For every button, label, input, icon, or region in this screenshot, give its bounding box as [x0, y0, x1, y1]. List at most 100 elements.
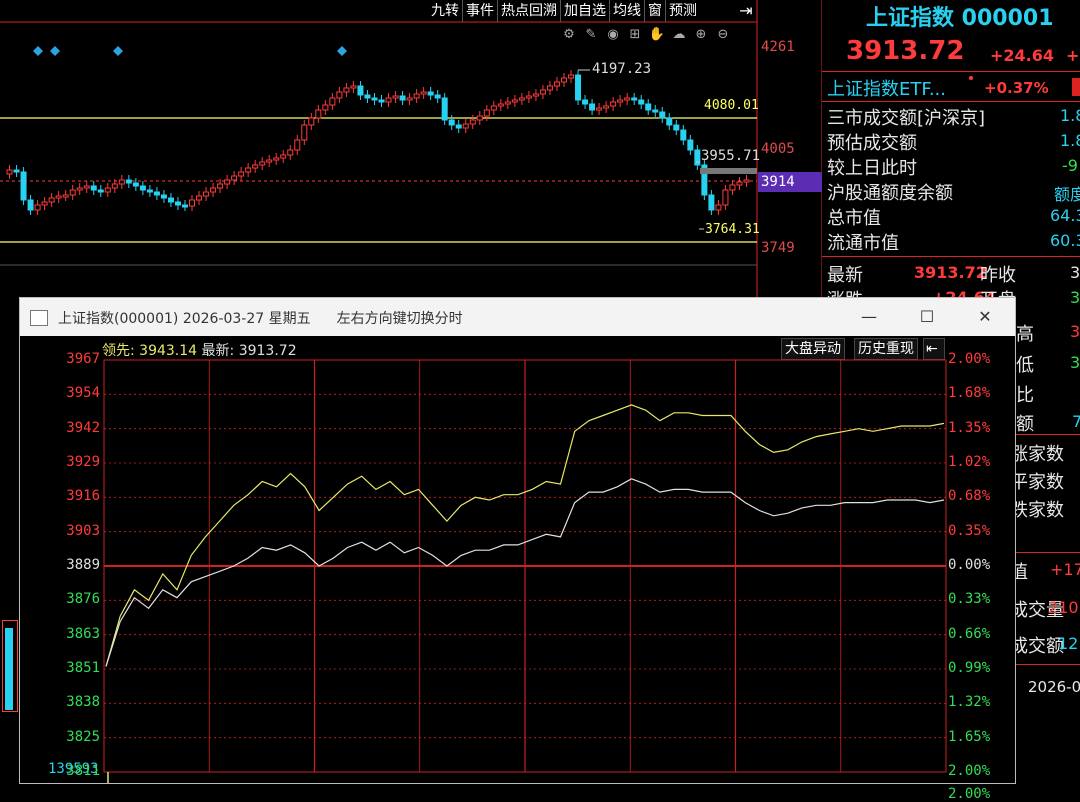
candle-body	[357, 85, 364, 96]
row-label-1: 预估成交额	[827, 133, 917, 154]
y-tick-left: 3889	[66, 557, 100, 573]
popup-titlebar[interactable]: 上证指数(000001) 2026-03-27 星期五 左右方向键切换分时 — ☐…	[20, 298, 1015, 336]
prev-close-label: 昨收	[980, 265, 1016, 286]
zoom-out-icon[interactable]: ⊖	[714, 26, 732, 44]
row-value-3: 额度	[1054, 185, 1080, 204]
candle-body	[743, 179, 750, 183]
diamond-markers	[33, 46, 347, 56]
etf-change: +0.37%	[984, 79, 1049, 97]
candle-body	[645, 103, 652, 111]
etf-name[interactable]: 上证指数ETF...	[827, 75, 946, 101]
y-tick-left: 3838	[66, 694, 100, 711]
close-icon[interactable]: ✕	[974, 306, 996, 328]
candle-body	[364, 94, 371, 99]
flat-count-label: 平家数	[1010, 472, 1064, 493]
candle-body	[483, 109, 490, 117]
y-tick-right: 1.65%	[948, 728, 991, 745]
pin-icon[interactable]: ⇥	[734, 0, 758, 22]
y-tick-right: 1.02%	[948, 454, 991, 470]
row-value-2: -9	[1062, 156, 1078, 175]
candle-body	[217, 183, 224, 189]
y-tick-left: 3954	[66, 385, 100, 402]
diamond-marker	[33, 46, 43, 56]
ratio-label: 比	[1016, 385, 1034, 406]
candle-body	[34, 204, 41, 211]
candle-body	[532, 93, 539, 97]
candles-group	[6, 70, 750, 215]
quote-change: +24.64	[990, 46, 1055, 65]
y-tick-left: 3903	[66, 522, 100, 539]
candle-body	[181, 204, 188, 208]
candle-body	[224, 179, 231, 185]
candle-body	[315, 109, 322, 119]
toolbar-event[interactable]: 事件	[462, 0, 497, 22]
candle-body	[462, 123, 469, 129]
toolbar-ma[interactable]: 均线	[609, 0, 644, 22]
etf-dot	[969, 76, 973, 80]
toolbar-forecast[interactable]: 预测	[665, 0, 700, 22]
up-count-label: 涨家数	[1010, 444, 1064, 465]
high-label: 高	[1016, 324, 1034, 345]
candle-body	[245, 167, 252, 173]
turnover-label: 成交额	[1010, 636, 1064, 657]
y-tick-right: 1.68%	[948, 385, 991, 402]
candle-body	[687, 139, 694, 151]
candle-body	[673, 124, 680, 131]
candle-body	[666, 117, 673, 126]
toolbar-window[interactable]: 窗	[644, 0, 665, 22]
intraday-popup[interactable]: 上证指数(000001) 2026-03-27 星期五 左右方向键切换分时 — ☐…	[19, 297, 1016, 802]
row-label-5: 流通市值	[827, 233, 899, 254]
candle-body	[125, 179, 132, 184]
quote-divider	[822, 71, 1080, 72]
y-tick-right: 2.00%	[948, 763, 991, 779]
intraday-chart[interactable]	[20, 336, 1015, 783]
y-tick-right: 0.68%	[948, 488, 991, 505]
down-count-label: 跌家数	[1010, 500, 1064, 521]
candle-body	[139, 185, 146, 191]
candle-body	[27, 199, 34, 211]
candle-body	[469, 119, 476, 125]
kline-panel[interactable]: 4197.23 4080.01 3955.71 3764.31 4261 400…	[0, 0, 822, 297]
toolbar-jiuzhuan[interactable]: 九转	[428, 0, 462, 22]
settings-icon[interactable]: ⚙	[560, 26, 578, 44]
cloud-icon[interactable]: ☁	[670, 26, 688, 44]
label-4080: 4080.01	[704, 98, 759, 113]
candle-body	[392, 95, 399, 99]
candle-body	[511, 99, 518, 103]
y-tick-left: 3876	[66, 591, 100, 608]
label-3955: 3955.71	[701, 148, 761, 164]
basket-icon[interactable]: ⊞	[626, 26, 644, 44]
row-label-4: 总市值	[827, 208, 881, 229]
candle-body	[287, 149, 294, 156]
candle-body	[638, 99, 645, 105]
candle-body	[322, 104, 329, 111]
candle-body	[160, 194, 167, 199]
diamond-marker	[337, 46, 347, 56]
minimize-icon[interactable]: —	[858, 306, 880, 328]
maximize-icon[interactable]: ☐	[916, 306, 938, 328]
prev-close-value: 3	[1070, 263, 1080, 282]
candle-body	[6, 169, 13, 175]
amount-label: 额	[1016, 414, 1034, 435]
zoom-in-icon[interactable]: ⊕	[692, 26, 710, 44]
candle-body	[62, 194, 69, 198]
chart-grid	[103, 359, 947, 783]
toolbar-add-watch[interactable]: 加自选	[560, 0, 609, 22]
low-label: 低	[1016, 355, 1034, 376]
candle-body	[174, 201, 181, 206]
row-label-3: 沪股通额度余额	[827, 183, 953, 204]
candle-body	[90, 185, 97, 191]
candle-body	[603, 105, 610, 109]
eye-icon[interactable]: ◉	[604, 26, 622, 44]
draw-icon[interactable]: ✎	[582, 26, 600, 44]
candle-body	[652, 109, 659, 113]
candle-body	[490, 105, 497, 111]
candle-body	[575, 74, 582, 101]
y-tick-right: 0.33%	[948, 591, 991, 608]
y-tick-left: 3967	[66, 351, 100, 367]
kline-chart[interactable]	[0, 0, 822, 297]
toolbar-hot-replay[interactable]: 热点回溯	[497, 0, 560, 22]
left-volume-strip	[0, 620, 19, 712]
candle-body	[420, 91, 427, 95]
hand-icon[interactable]: ✋	[648, 26, 666, 44]
